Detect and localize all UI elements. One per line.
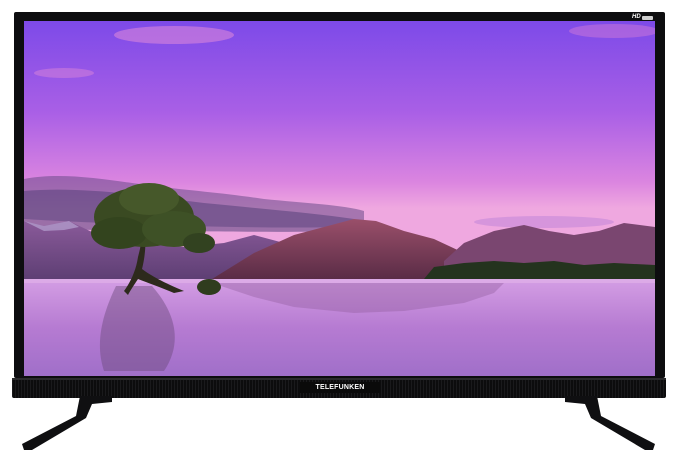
tv-product-image: HD TELEFUNKEN <box>0 0 678 464</box>
tv-screen <box>24 21 655 376</box>
cloud <box>569 24 655 38</box>
treeline <box>424 261 655 281</box>
right-stand-foot-icon <box>565 396 655 450</box>
shoreline-glow <box>24 279 655 283</box>
tree-canopy <box>91 217 147 249</box>
tree-canopy <box>183 233 215 253</box>
shrub <box>197 279 221 295</box>
hd-badge-label: HD <box>632 14 641 20</box>
cloud <box>34 68 94 78</box>
hd-badge: HD <box>632 14 653 21</box>
cloud <box>474 216 614 228</box>
brand-logo: TELEFUNKEN <box>300 382 380 393</box>
left-stand-foot-icon <box>22 396 112 450</box>
cloud <box>114 26 234 44</box>
lake-sunset-scene-icon <box>24 21 655 376</box>
speaker-bar-edge <box>12 378 666 380</box>
tree-canopy <box>119 183 179 215</box>
hd-ready-tag-icon <box>641 15 653 20</box>
